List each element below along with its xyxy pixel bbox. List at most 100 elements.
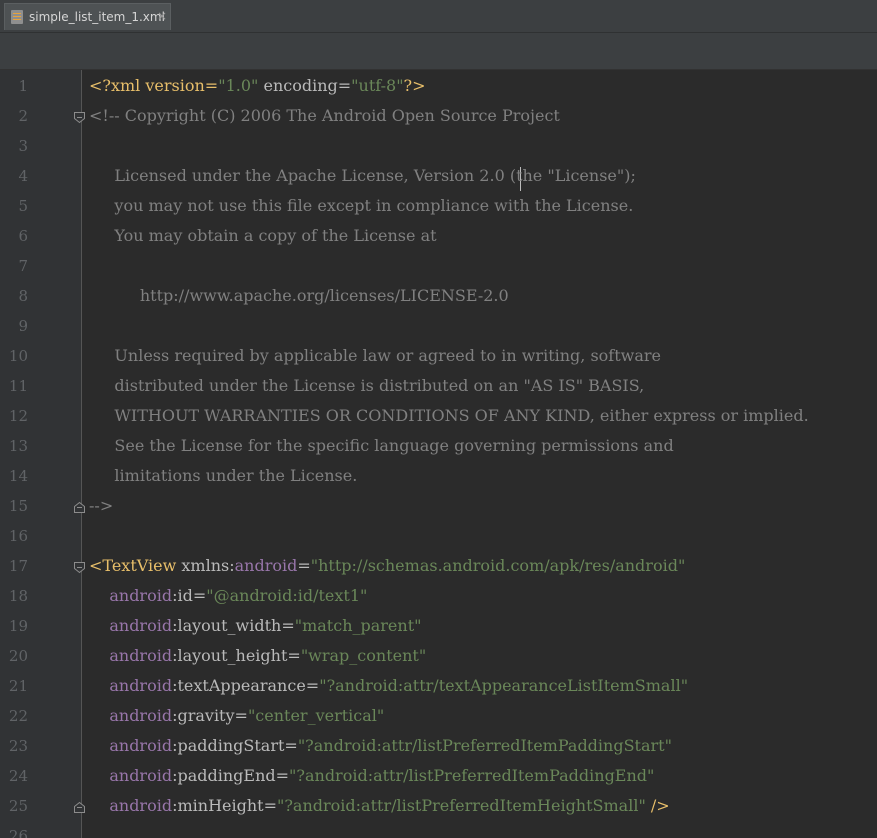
line-number: 15: [8, 497, 28, 515]
code-token: "utf-8": [351, 76, 404, 95]
code-line-text: android:layout_height="wrap_content": [89, 641, 426, 671]
code-line[interactable]: you may not use this file except in comp…: [82, 191, 877, 221]
code-editor[interactable]: 1 2 3 4 5 6 7 8 9 10 11 12 13 14 15 16 17 18 19 20 21 22 23 24 2…: [0, 70, 877, 838]
line-number: 16: [8, 527, 28, 545]
code-line-text: android:gravity="center_vertical": [89, 701, 384, 731]
line-number: 20: [8, 647, 28, 665]
code-line[interactable]: See the License for the specific languag…: [82, 431, 877, 461]
code-line-text: android:id="@android:id/text1": [89, 581, 367, 611]
code-token: "http://schemas.android.com/apk/res/andr…: [310, 556, 686, 575]
code-line[interactable]: Licensed under the Apache License, Versi…: [82, 161, 877, 191]
code-line[interactable]: android:minHeight="?android:attr/listPre…: [82, 791, 877, 821]
code-token: "?android:attr/listPreferredItemHeightSm…: [276, 796, 646, 815]
code-token: :paddingStart=: [172, 736, 298, 755]
code-token: =: [297, 556, 311, 575]
code-line[interactable]: android:layout_width="match_parent": [82, 611, 877, 641]
code-token: android: [109, 796, 173, 815]
code-token: />: [645, 796, 670, 815]
code-token: You may obtain a copy of the License at: [89, 226, 437, 245]
code-line-text: -->: [89, 491, 113, 521]
code-line-text: android:layout_width="match_parent": [89, 611, 422, 641]
code-line-text: Licensed under the Apache License, Versi…: [89, 161, 635, 191]
code-line[interactable]: <TextView xmlns:android="http://schemas.…: [82, 551, 877, 581]
code-line[interactable]: android:layout_height="wrap_content": [82, 641, 877, 671]
code-token: :id=: [172, 586, 207, 605]
code-token: <!-- Copyright (C) 2006 The Android Open…: [89, 106, 560, 125]
code-line-text: android:textAppearance="?android:attr/te…: [89, 671, 688, 701]
fold-close-icon[interactable]: [73, 799, 86, 813]
code-line[interactable]: android:id="@android:id/text1": [82, 581, 877, 611]
line-number: 3: [18, 137, 28, 155]
code-line[interactable]: Unless required by applicable law or agr…: [82, 341, 877, 371]
code-line[interactable]: <!-- Copyright (C) 2006 The Android Open…: [82, 101, 877, 131]
code-token: <TextView: [89, 556, 177, 575]
line-number: 1: [18, 77, 28, 95]
code-token: android: [109, 586, 173, 605]
code-token: "@android:id/text1": [206, 586, 368, 605]
code-line-text: distributed under the License is distrib…: [89, 371, 644, 401]
code-line[interactable]: limitations under the License.: [82, 461, 877, 491]
code-token: android: [109, 646, 173, 665]
line-number-gutter: 1 2 3 4 5 6 7 8 9 10 11 12 13 14 15 16 17 18 19 20 21 22 23 24 2…: [0, 70, 81, 838]
code-line[interactable]: -->: [82, 491, 877, 521]
code-token: :paddingEnd=: [172, 766, 290, 785]
code-token: xmlns:: [176, 556, 235, 575]
editor-tab-simple-list-item[interactable]: simple_list_item_1.xml ×: [4, 3, 171, 30]
code-line[interactable]: [82, 311, 877, 341]
line-number: 24: [8, 767, 28, 785]
code-token: android: [234, 556, 298, 575]
code-line[interactable]: android:paddingEnd="?android:attr/listPr…: [82, 761, 877, 791]
code-token: android: [109, 676, 173, 695]
fold-open-icon[interactable]: [73, 109, 86, 124]
code-token: "?android:attr/listPreferredItemPaddingE…: [289, 766, 655, 785]
line-number: 6: [18, 227, 28, 245]
code-line[interactable]: [82, 821, 877, 838]
close-tab-icon[interactable]: ×: [155, 8, 169, 24]
code-line[interactable]: android:textAppearance="?android:attr/te…: [82, 671, 877, 701]
code-token: -->: [89, 496, 114, 515]
code-line[interactable]: android:gravity="center_vertical": [82, 701, 877, 731]
code-line[interactable]: [82, 131, 877, 161]
line-number: 13: [8, 437, 28, 455]
line-number: 7: [18, 257, 28, 275]
code-line-text: <TextView xmlns:android="http://schemas.…: [89, 551, 685, 581]
code-token: distributed under the License is distrib…: [89, 376, 645, 395]
fold-open-icon[interactable]: [73, 559, 86, 574]
code-line[interactable]: distributed under the License is distrib…: [82, 371, 877, 401]
line-number: 23: [8, 737, 28, 755]
code-line[interactable]: <?xml version="1.0" encoding="utf-8"?>: [82, 71, 877, 101]
line-number: 11: [8, 377, 28, 395]
fold-close-icon[interactable]: [73, 499, 86, 513]
code-token: ?>: [403, 76, 426, 95]
line-number: 10: [8, 347, 28, 365]
code-token: encoding=: [258, 76, 352, 95]
code-token: http://www.apache.org/licenses/LICENSE-2…: [89, 286, 509, 305]
code-line[interactable]: WITHOUT WARRANTIES OR CONDITIONS OF ANY …: [82, 401, 877, 431]
code-line-text: WITHOUT WARRANTIES OR CONDITIONS OF ANY …: [89, 401, 808, 431]
code-text-area[interactable]: <?xml version="1.0" encoding="utf-8"?> <!…: [82, 70, 877, 838]
code-token: android: [109, 706, 173, 725]
code-token: See the License for the specific languag…: [89, 436, 674, 455]
code-line[interactable]: [82, 251, 877, 281]
code-line-text: <?xml version="1.0" encoding="utf-8"?>: [89, 71, 426, 101]
code-token: limitations under the License.: [89, 466, 358, 485]
code-token: :layout_width=: [172, 616, 295, 635]
line-number: 22: [8, 707, 28, 725]
xml-file-icon: [11, 10, 23, 24]
code-line-text: limitations under the License.: [89, 461, 357, 491]
code-line[interactable]: http://www.apache.org/licenses/LICENSE-2…: [82, 281, 877, 311]
code-token: "wrap_content": [300, 646, 427, 665]
code-token: "match_parent": [294, 616, 422, 635]
code-line-text: Unless required by applicable law or agr…: [89, 341, 661, 371]
code-line-text: android:paddingStart="?android:attr/list…: [89, 731, 672, 761]
code-line[interactable]: You may obtain a copy of the License at: [82, 221, 877, 251]
code-line-text: android:minHeight="?android:attr/listPre…: [89, 791, 670, 821]
code-line[interactable]: [82, 521, 877, 551]
code-line[interactable]: android:paddingStart="?android:attr/list…: [82, 731, 877, 761]
